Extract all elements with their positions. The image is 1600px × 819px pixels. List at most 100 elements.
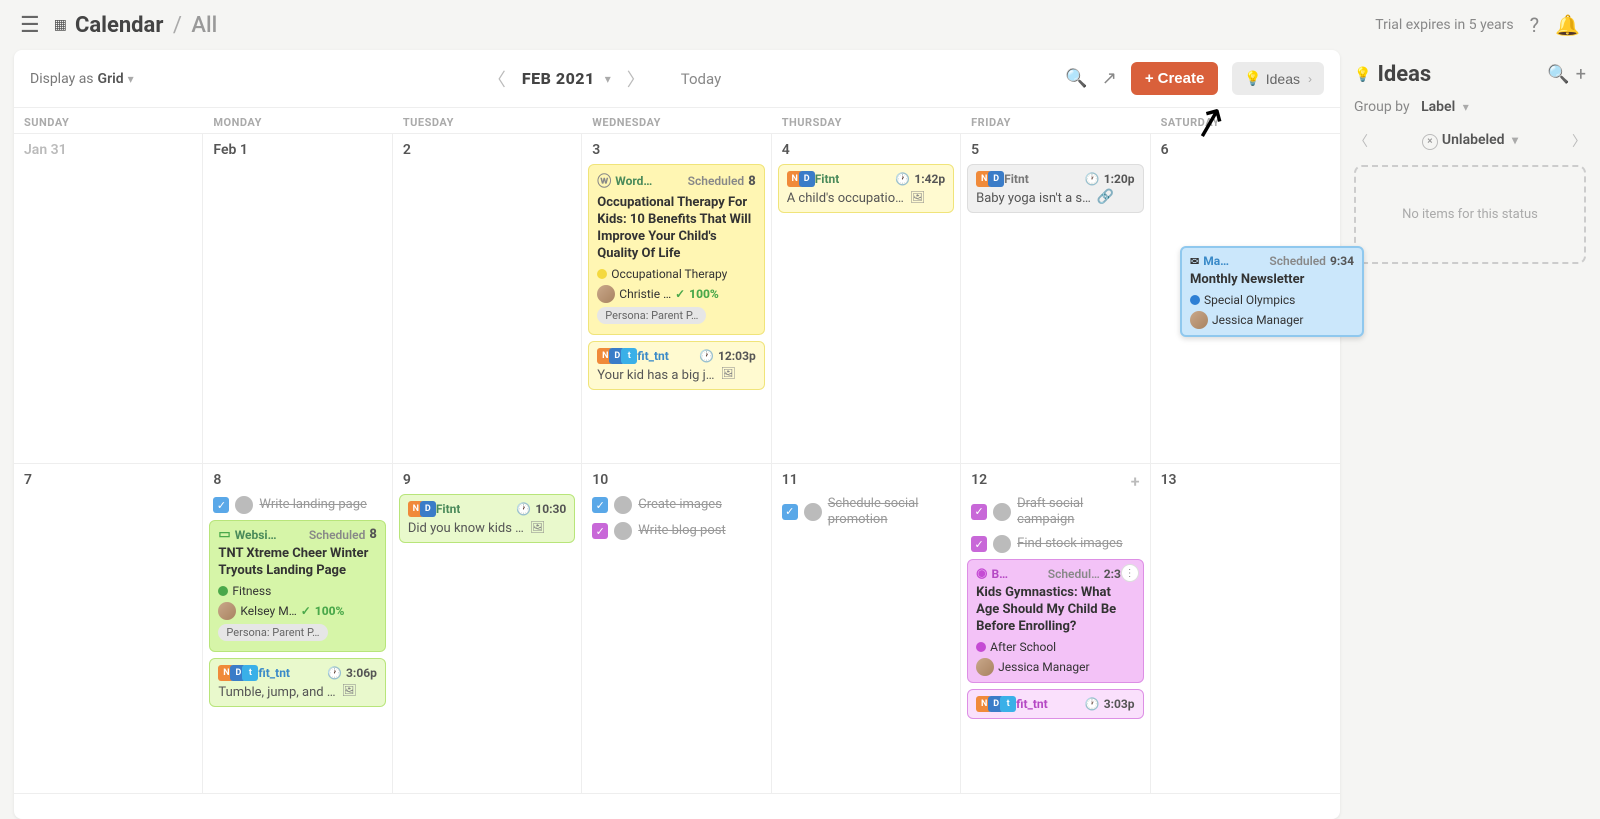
breadcrumb-title[interactable]: Calendar: [75, 13, 163, 38]
date-num[interactable]: 9: [399, 470, 575, 494]
clock-icon: 🕐: [1085, 172, 1100, 186]
clock-icon: 🕐: [895, 172, 910, 186]
trial-text: Trial expires in 5 years: [1375, 17, 1513, 33]
create-button[interactable]: +Create: [1131, 62, 1218, 95]
checkbox-icon[interactable]: ✓: [592, 497, 608, 513]
add-icon[interactable]: +: [1576, 64, 1586, 85]
check-icon: ✓: [675, 287, 685, 301]
content-card[interactable]: ▭ Websi… Scheduled 8 TNT Xtreme Cheer Wi…: [209, 520, 385, 652]
avatar: [993, 503, 1011, 521]
multi-channel-icon: NDt: [976, 696, 1012, 712]
multi-channel-icon: ND: [787, 171, 811, 187]
dragging-card[interactable]: ✉ Ma… Scheduled 9:34 Monthly Newsletter …: [1180, 246, 1364, 337]
display-type[interactable]: Grid: [98, 71, 124, 87]
display-as-label: Display as: [30, 71, 94, 87]
search-icon[interactable]: 🔍: [1065, 68, 1087, 89]
day-header: THURSDAY: [772, 108, 961, 133]
date-num[interactable]: Feb 1: [209, 140, 385, 164]
content-card[interactable]: ND Fitnt 🕐 1:20p Baby yoga isn't a s…🔗: [967, 164, 1143, 213]
avatar: [804, 503, 822, 521]
breadcrumb: Calendar / All: [75, 13, 217, 38]
add-icon[interactable]: +: [1131, 472, 1140, 491]
task-item[interactable]: ✓Create images: [588, 494, 764, 516]
bell-icon[interactable]: 🔔: [1555, 13, 1580, 37]
checkbox-icon[interactable]: ✓: [971, 504, 987, 520]
avatar: [614, 496, 632, 514]
chevron-down-icon: ▾: [1463, 100, 1469, 114]
avatar: [597, 285, 615, 303]
clear-icon[interactable]: ×: [1422, 134, 1438, 150]
image-icon: 🖼: [720, 366, 735, 380]
wordpress-icon: ⓦ: [597, 171, 611, 191]
month-label[interactable]: FEB 2021: [522, 69, 595, 88]
more-icon[interactable]: ⋮: [1121, 564, 1139, 582]
date-num[interactable]: 5: [967, 140, 1143, 164]
multi-channel-icon: NDt: [597, 348, 633, 364]
card-title: Kids Gymnastics: What Age Should My Chil…: [976, 585, 1134, 636]
link-icon: 🔗: [1097, 189, 1114, 205]
date-num[interactable]: 11: [778, 470, 954, 494]
content-card[interactable]: ND Fitnt 🕐 1:42p A child's occupatio…🖼: [778, 164, 954, 213]
content-card[interactable]: ⋮ ◉ B… Schedul… 2:39p Kids Gymnastics: W…: [967, 559, 1143, 683]
date-num[interactable]: 6: [1157, 140, 1334, 164]
mailchimp-icon: ✉: [1190, 255, 1199, 268]
search-icon[interactable]: 🔍: [1547, 64, 1569, 85]
rss-icon: ◉: [976, 566, 987, 581]
multi-channel-icon: ND: [976, 171, 1000, 187]
card-title: TNT Xtreme Cheer Winter Tryouts Landing …: [218, 546, 376, 580]
persona-tag[interactable]: Persona: Parent P…: [597, 307, 706, 324]
checkbox-icon[interactable]: ✓: [213, 497, 229, 513]
date-num[interactable]: 7: [20, 470, 196, 494]
next-icon[interactable]: 〉: [1572, 131, 1586, 151]
task-item[interactable]: ✓Find stock images: [967, 533, 1143, 555]
hamburger-icon[interactable]: ☰: [20, 13, 40, 38]
checkbox-icon[interactable]: ✓: [782, 504, 798, 520]
day-header: FRIDAY: [961, 108, 1150, 133]
category-dot: [218, 586, 228, 596]
help-icon[interactable]: ?: [1530, 13, 1539, 37]
day-header: SATURDAY: [1151, 108, 1340, 133]
prev-icon[interactable]: 〈: [1354, 131, 1368, 151]
task-item[interactable]: ✓Write landing page: [209, 494, 385, 516]
day-header: MONDAY: [203, 108, 392, 133]
check-icon: ✓: [301, 604, 311, 618]
date-num[interactable]: 3: [588, 140, 764, 164]
task-item[interactable]: ✓Schedule social promotion: [778, 494, 954, 529]
breadcrumb-sub[interactable]: All: [191, 13, 217, 38]
ideas-button[interactable]: 💡Ideas›: [1232, 62, 1324, 95]
ideas-title: Ideas: [1377, 62, 1431, 87]
day-header: TUESDAY: [393, 108, 582, 133]
chevron-down-icon[interactable]: ▾: [605, 72, 611, 86]
day-header: WEDNESDAY: [582, 108, 771, 133]
date-num[interactable]: 4: [778, 140, 954, 164]
persona-tag[interactable]: Persona: Parent P…: [218, 624, 327, 641]
next-month-button[interactable]: 〉: [617, 66, 655, 92]
content-card[interactable]: ⓦ Word… Scheduled 8 Occupational Therapy…: [588, 164, 764, 335]
lightbulb-icon: 💡: [1354, 67, 1371, 83]
avatar: [235, 496, 253, 514]
content-card[interactable]: ND Fitnt 🕐 10:30 Did you know kids …🖼: [399, 494, 575, 543]
avatar: [993, 535, 1011, 553]
date-num[interactable]: 10: [588, 470, 764, 494]
ideas-dropzone[interactable]: No items for this status: [1354, 165, 1586, 264]
unlabeled-label[interactable]: ×Unlabeled ▾: [1378, 132, 1562, 150]
task-item[interactable]: ✓Write blog post: [588, 520, 764, 542]
share-icon[interactable]: ↗: [1102, 68, 1117, 89]
checkbox-icon[interactable]: ✓: [592, 523, 608, 539]
prev-month-button[interactable]: 〈: [478, 66, 516, 92]
today-button[interactable]: Today: [681, 70, 721, 88]
content-card[interactable]: NDt fit_tnt 🕐 3:06p Tumble, jump, and …🖼: [209, 658, 385, 707]
avatar: [976, 658, 994, 676]
task-item[interactable]: ✓Draft social campaign: [967, 494, 1143, 529]
card-title: Monthly Newsletter: [1190, 272, 1354, 289]
date-num[interactable]: 2: [399, 140, 575, 164]
date-num[interactable]: 13: [1157, 470, 1334, 494]
checkbox-icon[interactable]: ✓: [971, 536, 987, 552]
date-num[interactable]: 12+: [967, 470, 1143, 494]
date-num[interactable]: Jan 31: [20, 140, 196, 164]
content-card[interactable]: NDt fit_tnt 🕐 3:03p: [967, 689, 1143, 719]
multi-channel-icon: ND: [408, 501, 432, 517]
groupby-control[interactable]: Group by Label ▾: [1354, 99, 1586, 115]
content-card[interactable]: NDt fit_tnt 🕐 12:03p Your kid has a big …: [588, 341, 764, 390]
date-num[interactable]: 8: [209, 470, 385, 494]
